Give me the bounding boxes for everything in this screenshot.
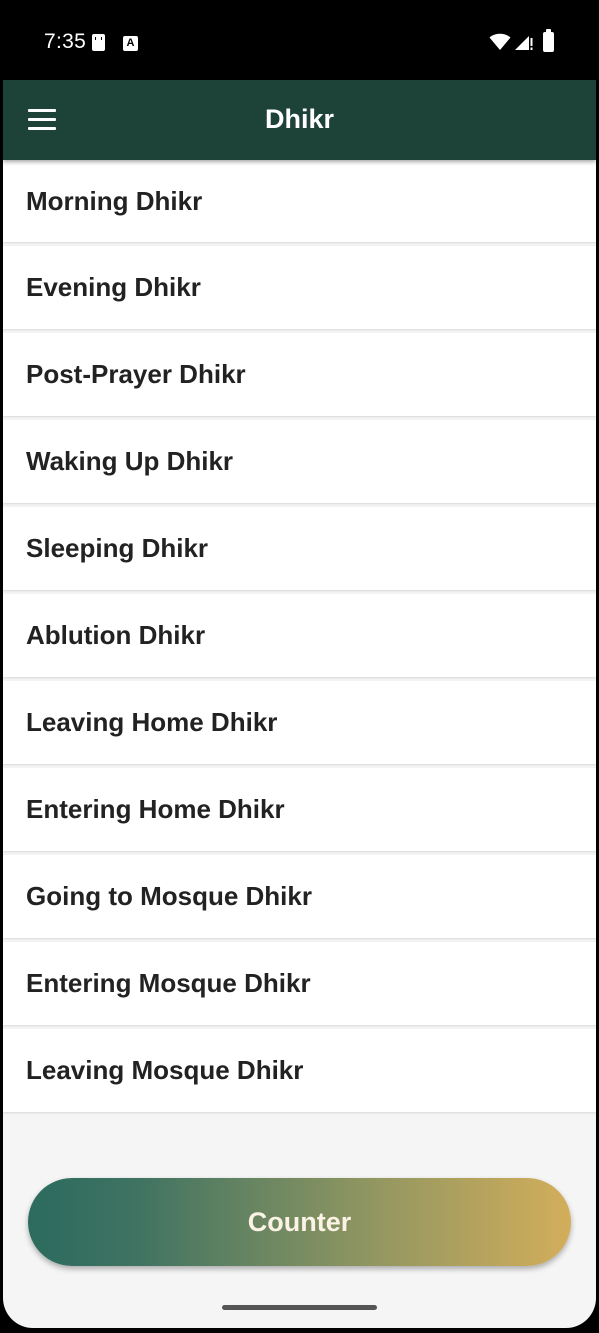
dhikr-list: Morning Dhikr Evening Dhikr Post-Prayer … [3,160,596,1116]
status-bar: 7:35 A [0,0,599,80]
dhikr-list-item[interactable]: Going to Mosque Dhikr [3,855,596,938]
dhikr-list-item-label: Evening Dhikr [26,272,201,302]
dhikr-list-item[interactable]: Ablution Dhikr [3,594,596,677]
dhikr-list-item-label: Morning Dhikr [26,186,203,216]
dhikr-list-item-label: Ablution Dhikr [26,620,206,650]
notification-a-icon: A [123,36,138,51]
dhikr-list-item-label: Entering Home Dhikr [26,794,285,824]
phone-screen: 7:35 A Dhikr Morning Dhikr Evening Dhikr… [0,0,599,1333]
sd-card-icon [92,34,105,51]
dhikr-list-item[interactable]: Entering Home Dhikr [3,768,596,851]
dhikr-list-item[interactable]: Morning Dhikr [3,160,596,242]
dhikr-list-item-label: Entering Mosque Dhikr [26,968,311,998]
counter-button-label: Counter [247,1207,352,1237]
app-bar: Dhikr [3,80,596,160]
dhikr-list-item[interactable]: Evening Dhikr [3,246,596,329]
dhikr-list-item[interactable]: Sleeping Dhikr [3,507,596,590]
status-time: 7:35 [44,30,87,53]
dhikr-list-item-label: Post-Prayer Dhikr [26,359,246,389]
counter-button[interactable]: Counter [28,1178,571,1266]
dhikr-list-item-label: Leaving Home Dhikr [26,707,278,737]
dhikr-list-item[interactable]: Leaving Mosque Dhikr [3,1029,596,1112]
dhikr-list-item[interactable]: Waking Up Dhikr [3,420,596,503]
dhikr-list-item[interactable]: Post-Prayer Dhikr [3,333,596,416]
page-title: Dhikr [264,104,335,134]
signal-icon [515,36,533,50]
app-screen: Dhikr Morning Dhikr Evening Dhikr Post-P… [3,80,596,1328]
wifi-icon [489,33,511,50]
dhikr-list-item[interactable]: Entering Mosque Dhikr [3,942,596,1025]
dhikr-list-item[interactable]: Leaving Home Dhikr [3,681,596,764]
home-indicator[interactable] [222,1305,377,1310]
dhikr-list-item-label: Leaving Mosque Dhikr [26,1055,304,1085]
dhikr-list-item-label: Going to Mosque Dhikr [26,881,312,911]
dhikr-list-item-label: Waking Up Dhikr [26,446,234,476]
dhikr-list-item-label: Sleeping Dhikr [26,533,209,563]
battery-icon [543,29,554,52]
